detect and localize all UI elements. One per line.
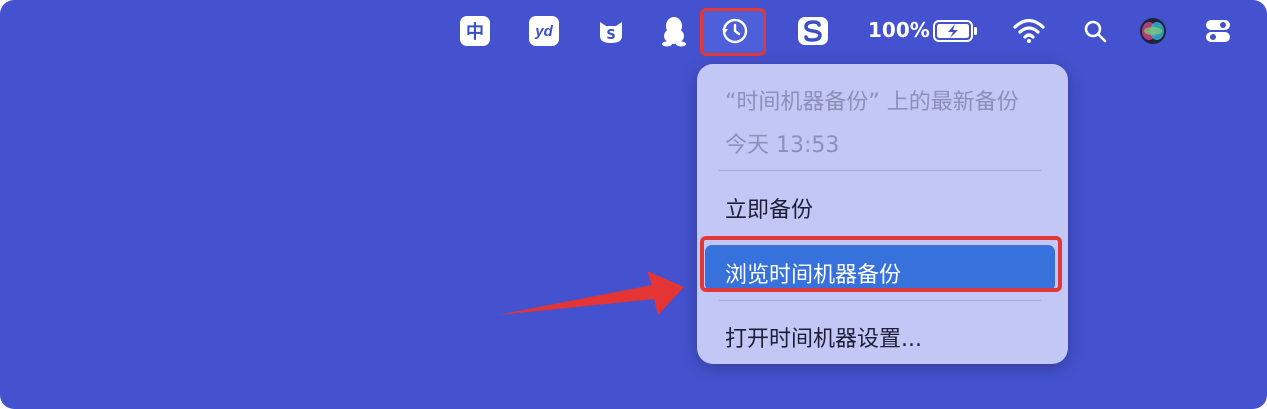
menu-header-title: “时间机器备份” 上的最新备份	[725, 90, 1019, 115]
menu-separator	[719, 170, 1041, 171]
youdao-label: yd	[529, 16, 559, 46]
time-machine-menu: “时间机器备份” 上的最新备份 今天 13:53 立即备份 浏览时间机器备份 打…	[697, 64, 1068, 364]
menu-header-time: 今天 13:53	[725, 133, 840, 158]
menu-item-open-settings[interactable]: 打开时间机器设置...	[725, 321, 922, 353]
menu-item-back-up-now[interactable]: 立即备份	[725, 192, 813, 224]
menu-separator	[719, 300, 1041, 301]
cat-app-label: S	[606, 28, 615, 43]
s-app-icon[interactable]	[797, 14, 829, 48]
red-arrow-icon	[498, 271, 684, 315]
battery-percent: 100%	[868, 18, 930, 42]
cat-app-icon[interactable]: S	[596, 14, 626, 48]
browse-backups-highlight	[700, 236, 1062, 292]
cat-face-icon: S	[600, 22, 622, 43]
wifi-icon[interactable]	[1013, 14, 1045, 48]
search-icon[interactable]	[1083, 14, 1107, 48]
youdao-icon[interactable]: yd	[529, 14, 559, 48]
desktop: 中 yd S 100% “时间机器备份” 上的最新备份 今天 13:53 立即备…	[0, 0, 1267, 409]
control-center-icon[interactable]	[1204, 14, 1232, 48]
battery-icon[interactable]	[933, 14, 979, 48]
input-method-label: 中	[460, 16, 490, 46]
qq-penguin-icon[interactable]	[661, 14, 687, 48]
siri-icon[interactable]	[1138, 14, 1168, 48]
time-machine-icon[interactable]	[721, 14, 749, 48]
input-method-icon[interactable]: 中	[460, 14, 490, 48]
